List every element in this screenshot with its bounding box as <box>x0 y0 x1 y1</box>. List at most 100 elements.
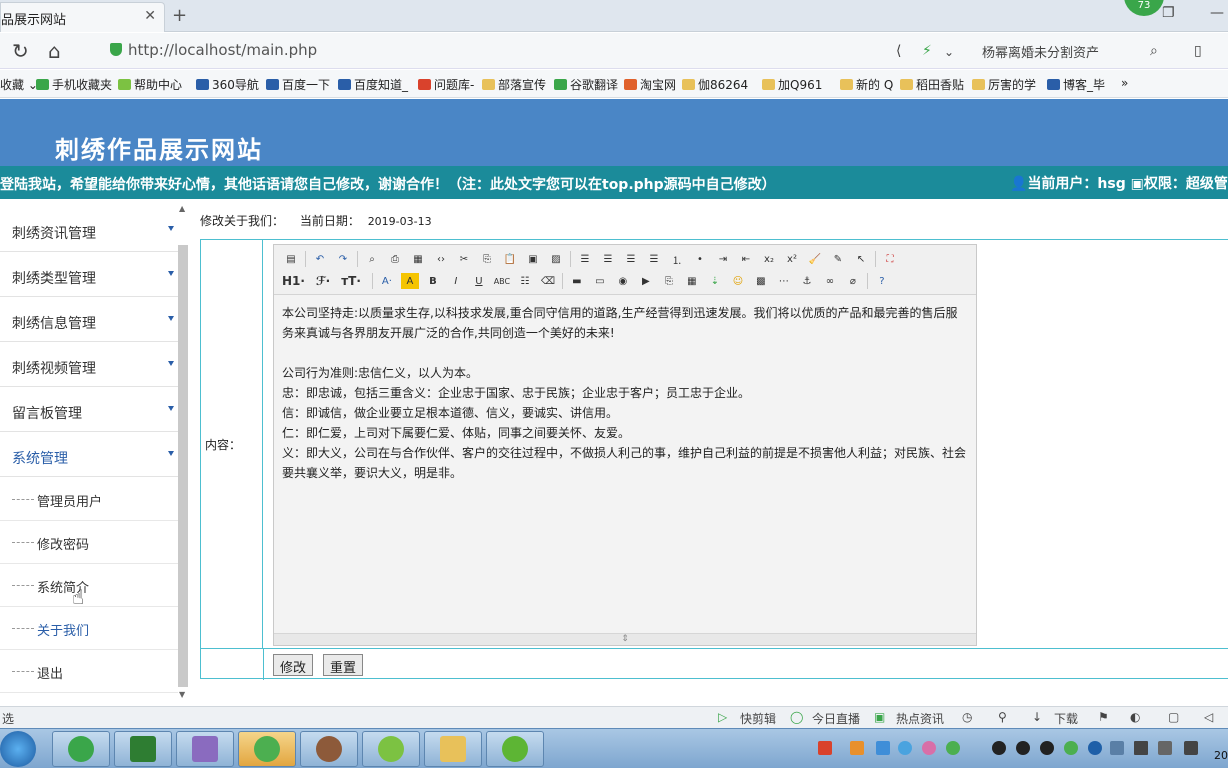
indent-icon[interactable]: ⇥ <box>714 251 732 267</box>
bookmark-item[interactable]: 360导航 <box>196 76 259 93</box>
attachment-icon[interactable]: ⎘ <box>660 273 678 289</box>
highlight-color-icon[interactable]: A <box>400 273 419 289</box>
font-color-icon[interactable]: A· <box>378 273 396 289</box>
bookmark-item[interactable]: 百度一下 <box>266 76 330 93</box>
restore-window-icon[interactable]: ❐ <box>1162 5 1175 21</box>
bluetooth-icon[interactable] <box>1088 741 1102 755</box>
taskbar-green-app[interactable] <box>486 731 544 767</box>
template-icon[interactable]: ▦ <box>409 251 427 267</box>
multi-image-icon[interactable]: ▭ <box>591 273 609 289</box>
minimize-window-icon[interactable]: — <box>1210 5 1224 21</box>
hr-icon[interactable]: ⇣ <box>706 273 724 289</box>
taskbar-archive[interactable] <box>176 731 234 767</box>
underline-icon[interactable]: U <box>470 273 488 289</box>
clear-format-icon[interactable]: 🧹 <box>806 251 824 267</box>
pagebreak-icon[interactable]: ⋯ <box>775 273 793 289</box>
strikethrough-icon[interactable]: ABC <box>493 273 511 289</box>
taskbar-excel[interactable] <box>114 731 172 767</box>
qq-icon[interactable] <box>1016 741 1030 755</box>
table-icon[interactable]: ▦ <box>683 273 701 289</box>
flash-icon[interactable]: ◉ <box>614 273 632 289</box>
align-justify-icon[interactable]: ☰ <box>645 251 663 267</box>
code-icon[interactable]: ‹› <box>432 251 450 267</box>
taskbar-ie[interactable] <box>52 731 110 767</box>
align-left-icon[interactable]: ☰ <box>576 251 594 267</box>
url-field[interactable]: http://localhost/main.php <box>110 41 317 59</box>
bold-icon[interactable]: B <box>424 273 442 289</box>
cut-icon[interactable]: ✂ <box>455 251 473 267</box>
submenu-item-password[interactable]: 修改密码 <box>0 521 178 564</box>
paste-text-icon[interactable]: ▣ <box>524 251 542 267</box>
ordered-list-icon[interactable]: ⒈ <box>668 251 686 267</box>
status-clip[interactable]: 快剪辑 <box>740 710 776 727</box>
start-button[interactable] <box>0 731 36 767</box>
unordered-list-icon[interactable]: • <box>691 251 709 267</box>
submit-button[interactable]: 修改 <box>273 654 314 676</box>
font-family-button[interactable]: ℱ· <box>316 274 330 288</box>
new-tab-button[interactable]: + <box>172 5 187 26</box>
clock[interactable]: 20 <box>1214 749 1228 762</box>
scroll-down-icon[interactable]: ▼ <box>179 690 185 699</box>
bookmark-item[interactable]: 稻田香贴 <box>900 76 964 93</box>
status-download[interactable]: 下载 <box>1054 710 1078 727</box>
flag-icon[interactable]: ⚑ <box>1098 710 1109 724</box>
tray-grid-icon[interactable] <box>876 741 890 755</box>
unlink-icon[interactable]: ⌀ <box>844 273 862 289</box>
bookmark-item[interactable]: 厉害的学 <box>972 76 1036 93</box>
fullscreen-icon[interactable]: ⛶ <box>881 251 899 267</box>
redo-icon[interactable]: ↷ <box>334 251 352 267</box>
source-icon[interactable]: ▤ <box>282 251 300 267</box>
bookmark-item[interactable]: » <box>1121 76 1128 90</box>
speaker-icon[interactable] <box>1158 741 1172 755</box>
tray-s-icon[interactable] <box>818 741 832 755</box>
search-input[interactable]: 杨幂离婚未分割资产 <box>982 42 1099 61</box>
volume-icon[interactable]: ◁ <box>1204 710 1213 724</box>
bookmark-item[interactable]: 手机收藏夹 <box>36 76 112 93</box>
tab-close-icon[interactable]: ✕ <box>144 8 156 24</box>
print-icon[interactable]: ⎙ <box>386 251 404 267</box>
sidebar-item-info[interactable]: 刺绣信息管理 <box>0 298 178 342</box>
outdent-icon[interactable]: ⇤ <box>737 251 755 267</box>
share-icon[interactable]: ⟨ <box>896 43 901 59</box>
emoticon-icon[interactable]: ☺ <box>729 273 747 289</box>
notification-badge[interactable]: 73 <box>1124 0 1164 16</box>
link-icon[interactable]: ∞ <box>821 273 839 289</box>
sidebar-item-news[interactable]: 刺绣资讯管理 <box>0 208 178 252</box>
bookmark-item[interactable]: 百度知道_ <box>338 76 408 93</box>
sidebar-item-system[interactable]: 系统管理 <box>0 433 178 477</box>
submenu-item-intro[interactable]: 系统简介 <box>0 564 178 607</box>
heading-button[interactable]: H1· <box>282 274 305 288</box>
home-icon[interactable]: ⌂ <box>48 39 61 63</box>
map-icon[interactable]: ▩ <box>752 273 770 289</box>
bookmark-item[interactable]: 博客_毕 <box>1047 76 1105 93</box>
align-right-icon[interactable]: ☰ <box>622 251 640 267</box>
paste-icon[interactable]: 📋 <box>501 251 519 267</box>
status-live[interactable]: 今日直播 <box>812 710 860 727</box>
taskbar-wechat[interactable] <box>238 731 296 767</box>
taskbar-explorer[interactable] <box>424 731 482 767</box>
refresh-icon[interactable]: ↻ <box>12 39 29 63</box>
preview-icon[interactable]: ⌕ <box>363 251 381 267</box>
browser-tab[interactable]: 品展示网站 ✕ <box>0 2 165 32</box>
font-size-button[interactable]: тT· <box>341 274 361 288</box>
status-news[interactable]: 热点资讯 <box>896 710 944 727</box>
tray-flower-icon[interactable] <box>922 741 936 755</box>
media-icon[interactable]: ▶ <box>637 273 655 289</box>
select-all-icon[interactable]: ↖ <box>852 251 870 267</box>
sidebar-scrollbar[interactable] <box>178 245 188 687</box>
rich-text-editor[interactable]: ▤ ↶ ↷ ⌕ ⎙ ▦ ‹› ✂ ⎘ 📋 ▣ ▨ ☰ ☰ ☰ ☰ ⒈ • ⇥ ⇤… <box>273 244 977 646</box>
history-icon[interactable]: ◷ <box>962 710 972 724</box>
paste-word-icon[interactable]: ▨ <box>547 251 565 267</box>
bookmark-item[interactable]: 淘宝网 <box>624 76 676 93</box>
editor-resize-handle[interactable]: ⇕ <box>274 633 976 645</box>
submenu-item-logout[interactable]: 退出 <box>0 650 178 693</box>
phone-icon[interactable]: ▯ <box>1194 43 1202 59</box>
bookmark-item[interactable]: 帮助中心 <box>118 76 182 93</box>
bookmark-item[interactable]: 谷歌翻译 <box>554 76 618 93</box>
sidebar-item-videos[interactable]: 刺绣视频管理 <box>0 343 178 387</box>
eraser-icon[interactable]: ⌫ <box>539 273 557 289</box>
reset-button[interactable]: 重置 <box>323 654 364 676</box>
superscript-icon[interactable]: x² <box>783 251 801 267</box>
sidebar-item-types[interactable]: 刺绣类型管理 <box>0 253 178 297</box>
taskbar-360[interactable] <box>362 731 420 767</box>
